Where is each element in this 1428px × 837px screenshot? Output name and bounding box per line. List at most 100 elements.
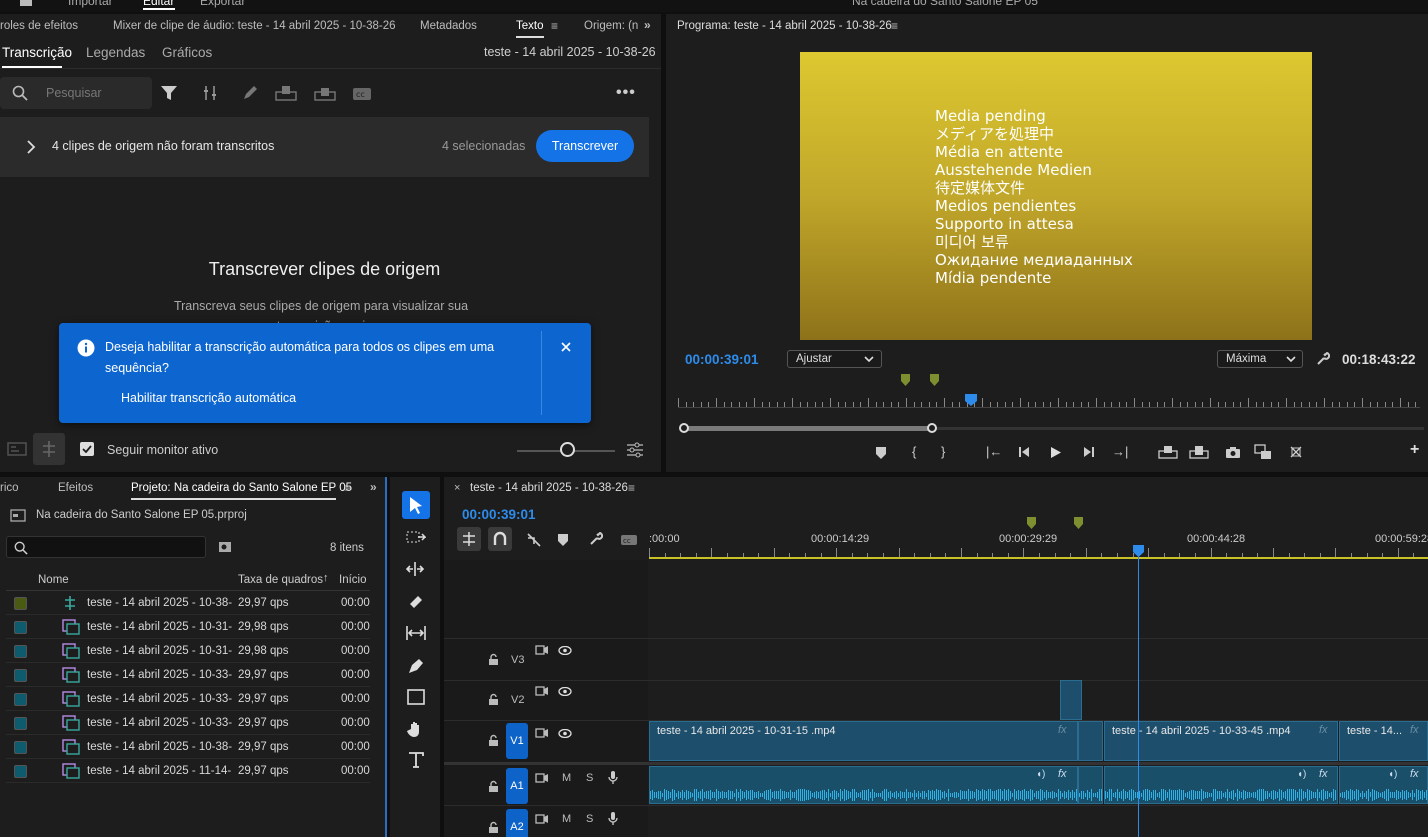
enable-auto-transcription-link[interactable]: Habilitar transcrição automática: [121, 391, 296, 405]
fx-badge[interactable]: fx: [1410, 768, 1419, 780]
v1-clip-1[interactable]: teste - 14 abril 2025 - 10-31-15 .mp4 fx: [649, 721, 1078, 761]
filter-icon[interactable]: [160, 84, 178, 102]
label-color-swatch[interactable]: [14, 621, 27, 634]
overwrite-icon[interactable]: [314, 85, 336, 101]
toggle-sync-icon[interactable]: [535, 686, 549, 696]
search-input[interactable]: Pesquisar: [46, 86, 102, 100]
track-v1-target[interactable]: V1: [506, 723, 528, 759]
timeline-timecode[interactable]: 00:00:39:01: [462, 507, 536, 522]
eye-icon[interactable]: [558, 687, 572, 696]
chevron-right-icon[interactable]: [26, 140, 36, 154]
sequence-menu-icon[interactable]: ≡: [628, 481, 635, 495]
wrench-icon[interactable]: [1316, 352, 1330, 366]
project-item-row[interactable]: teste - 14 abril 2025 - 10-33- 29,97 qps 0…: [6, 711, 370, 735]
lift-icon[interactable]: [1158, 445, 1178, 459]
marker-icon[interactable]: [930, 374, 939, 386]
v1-clip-3[interactable]: teste - 14 abril 2025 - 10-33-45 .mp4 fx: [1104, 721, 1338, 761]
adjust-icon[interactable]: [202, 85, 218, 101]
solo-button[interactable]: S: [586, 772, 593, 784]
type-tool-icon[interactable]: [408, 752, 424, 768]
hand-icon[interactable]: [407, 720, 425, 738]
track-v3-label[interactable]: V3: [511, 654, 524, 666]
program-menu-icon[interactable]: ≡: [891, 19, 898, 33]
captions-icon[interactable]: cc: [620, 534, 638, 546]
solo-button[interactable]: S: [586, 813, 593, 825]
project-item-row[interactable]: teste - 14 abril 2025 - 10-38- 29,97 qps 0…: [6, 591, 370, 615]
project-item-row[interactable]: teste - 14 abril 2025 - 10-31- 29,98 qps 0…: [6, 615, 370, 639]
mute-button[interactable]: M: [562, 772, 571, 784]
work-area-bar[interactable]: [649, 557, 1428, 559]
label-color-swatch[interactable]: [14, 741, 27, 754]
mute-button[interactable]: M: [562, 813, 571, 825]
camera-icon[interactable]: [1225, 446, 1241, 459]
lock-icon[interactable]: [488, 780, 499, 793]
label-color-swatch[interactable]: [14, 765, 27, 778]
importar-tab[interactable]: Importar: [68, 0, 113, 8]
settings-sliders-icon[interactable]: [626, 441, 644, 459]
linked-selection-icon[interactable]: [526, 532, 542, 548]
tab-effects[interactable]: Efeitos: [58, 482, 93, 494]
wrench-icon[interactable]: [589, 532, 603, 546]
v1-clip-2[interactable]: [1078, 721, 1103, 761]
toggle-sync-icon[interactable]: [535, 773, 549, 783]
track-a1-target[interactable]: A1: [506, 768, 528, 804]
a1-clip-3[interactable]: ◖) fx: [1104, 766, 1338, 804]
lock-icon[interactable]: [488, 653, 499, 666]
tab-project[interactable]: Projeto: Na cadeira do Santo Salone EP 0…: [131, 482, 352, 494]
snap-toggle[interactable]: [488, 527, 512, 551]
home-icon[interactable]: [20, 0, 32, 6]
mark-out-icon[interactable]: }: [941, 444, 945, 459]
timeline-ruler[interactable]: :00:00 00:00:14:29 00:00:29:29 00:00:44:…: [649, 517, 1428, 559]
program-timecode[interactable]: 00:00:39:01: [685, 352, 759, 367]
track-select-icon[interactable]: [406, 529, 426, 545]
project-menu-icon[interactable]: ≡: [344, 481, 351, 495]
toggle-sync-icon[interactable]: [535, 728, 549, 738]
a1-clip-2[interactable]: [1078, 766, 1103, 804]
insert-icon[interactable]: [275, 85, 297, 101]
fx-badge[interactable]: fx: [1410, 724, 1419, 736]
project-item-row[interactable]: teste - 14 abril 2025 - 10-38- 29,97 qps 0…: [6, 735, 370, 759]
subtab-graficos[interactable]: Gráficos: [162, 45, 212, 60]
tab-metadata[interactable]: Metadados: [420, 20, 477, 32]
project-search-box[interactable]: [6, 536, 206, 558]
step-back-icon[interactable]: [1019, 447, 1031, 457]
sequence-tab[interactable]: teste - 14 abril 2025 - 10-38-26: [470, 482, 628, 494]
go-to-out-icon[interactable]: →|: [1112, 444, 1128, 459]
eye-icon[interactable]: [558, 646, 572, 655]
add-marker-icon[interactable]: [558, 534, 568, 546]
selection-tool[interactable]: [402, 491, 430, 519]
subtab-legendas[interactable]: Legendas: [86, 45, 145, 60]
microphone-icon[interactable]: [608, 811, 618, 825]
transcribe-button[interactable]: Transcrever: [536, 130, 634, 162]
extract-icon[interactable]: [1189, 445, 1209, 459]
rectangle-tool-icon[interactable]: [407, 689, 425, 705]
zoom-scrollbar-thumb[interactable]: [684, 426, 932, 431]
slip-icon[interactable]: [405, 625, 427, 641]
tab-source[interactable]: Origem: (n: [584, 20, 638, 32]
editar-tab[interactable]: Editar: [143, 0, 174, 8]
project-item-row[interactable]: teste - 14 abril 2025 - 10-33- 29,97 qps 0…: [6, 687, 370, 711]
ripple-edit-icon[interactable]: [405, 561, 425, 577]
playhead-icon[interactable]: [965, 394, 977, 406]
exportar-tab[interactable]: Exportar: [200, 0, 245, 8]
zoom-slider-thumb[interactable]: [560, 442, 575, 457]
label-color-swatch[interactable]: [14, 717, 27, 730]
follow-monitor-checkbox[interactable]: [80, 442, 94, 456]
go-to-in-icon[interactable]: |←: [986, 444, 1002, 459]
marker-icon[interactable]: [1074, 517, 1083, 529]
track-a2-target[interactable]: A2: [506, 809, 528, 837]
marker-icon[interactable]: [901, 374, 910, 386]
a1-clip-4[interactable]: ◖) fx: [1339, 766, 1428, 804]
add-marker-icon[interactable]: [876, 447, 886, 459]
more-options-icon[interactable]: •••: [616, 84, 636, 102]
project-item-row[interactable]: teste - 14 abril 2025 - 11-14- 29,97 qps 0…: [6, 759, 370, 783]
column-name[interactable]: Nome: [38, 574, 69, 586]
program-time-ruler[interactable]: [678, 396, 1420, 408]
pen-icon[interactable]: [407, 657, 425, 675]
v1-clip-4[interactable]: teste - 14... fx: [1339, 721, 1428, 761]
label-color-swatch[interactable]: [14, 645, 27, 658]
fx-badge[interactable]: fx: [1319, 768, 1328, 780]
toggle-sync-icon[interactable]: [535, 645, 549, 655]
nest-toggle[interactable]: [457, 527, 481, 551]
lock-icon[interactable]: [488, 734, 499, 747]
